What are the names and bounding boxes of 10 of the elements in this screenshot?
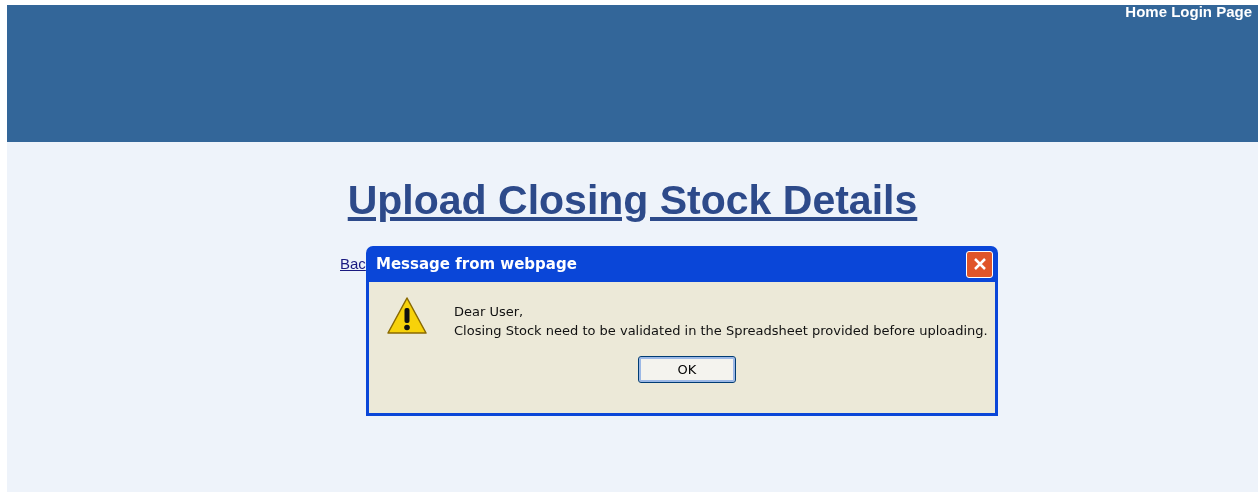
page-title: Upload Closing Stock Details	[347, 176, 918, 224]
warning-icon	[386, 296, 428, 336]
dialog-message: Closing Stock need to be validated in the Spreadsheet provided before uploading.	[454, 322, 988, 340]
ok-button[interactable]: OK	[638, 356, 736, 383]
back-link[interactable]: Bac	[340, 255, 366, 272]
close-icon	[972, 257, 987, 271]
dialog-message: Dear User,	[454, 303, 525, 321]
home-login-link[interactable]: Home Login Page	[1125, 5, 1252, 19]
dialog-title: Message from webpage	[376, 253, 577, 275]
close-button[interactable]	[966, 250, 993, 278]
